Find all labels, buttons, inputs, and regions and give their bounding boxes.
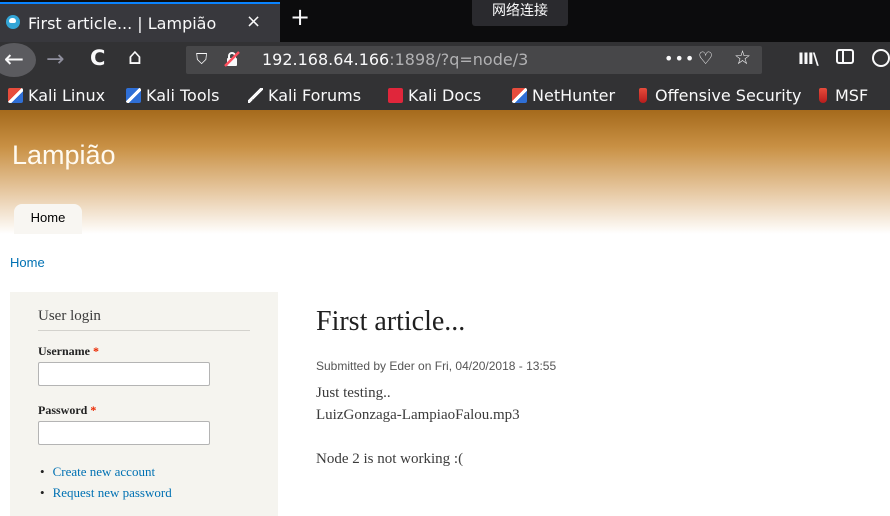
login-links: Create new account Request new password <box>40 464 172 506</box>
sidebar-icon[interactable] <box>836 49 854 64</box>
insecure-lock-icon[interactable] <box>224 51 240 67</box>
navigation-toolbar: ← → C ⌂ ⛉ 192.168.64.166:1898/?q=node/3 … <box>0 42 890 78</box>
article-line: Just testing.. <box>316 385 391 401</box>
url-bar[interactable]: ⛉ 192.168.64.166:1898/?q=node/3 ••• ♡ ☆ <box>186 46 762 74</box>
bookmark-kali-docs[interactable]: Kali Docs <box>388 86 481 106</box>
password-label: Password * <box>38 403 96 418</box>
username-input[interactable] <box>38 362 210 386</box>
bookmark-kali-linux[interactable]: Kali Linux <box>8 86 105 106</box>
home-icon[interactable]: ⌂ <box>128 45 142 70</box>
username-label: Username * <box>38 344 99 359</box>
forward-icon[interactable]: → <box>46 47 64 72</box>
bookmark-label: Kali Docs <box>408 86 482 105</box>
bookmark-kali-tools[interactable]: Kali Tools <box>126 86 219 106</box>
offsec-icon <box>639 88 647 103</box>
user-login-block: User login Username * Password * Create … <box>10 292 278 516</box>
url-path: :1898/?q=node/3 <box>389 50 529 69</box>
url-text[interactable]: 192.168.64.166:1898/?q=node/3 <box>262 50 528 69</box>
article-meta: Submitted by Eder on Fri, 04/20/2018 - 1… <box>316 359 557 373</box>
username-label-text: Username <box>38 344 90 358</box>
article-line: LuizGonzaga-LampiaoFalou.mp3 <box>316 407 520 423</box>
password-input[interactable] <box>38 421 210 445</box>
block-title: User login <box>38 308 250 331</box>
bookmark-label: Kali Forums <box>268 86 362 105</box>
tab-title: First article... | Lampião <box>28 14 217 33</box>
account-icon[interactable] <box>872 49 890 67</box>
msf-icon <box>819 88 827 103</box>
kali-tools-icon <box>126 88 141 103</box>
bookmarks-toolbar: Kali Linux Kali Tools Kali Forums Kali D… <box>0 78 890 110</box>
bookmark-msf[interactable]: MSF <box>816 86 868 106</box>
site-name[interactable]: Lampião <box>12 140 116 171</box>
required-mark: * <box>92 344 99 358</box>
article-line: Node 2 is not working :( <box>316 451 464 467</box>
bookmark-offensive-security[interactable]: Offensive Security <box>636 86 801 106</box>
kali-dragon-icon <box>8 88 23 103</box>
library-icon[interactable]: III\ <box>798 49 819 68</box>
create-account-link[interactable]: Create new account <box>40 464 172 480</box>
bookmark-label: Kali Tools <box>146 86 220 105</box>
bookmark-kali-forums[interactable]: Kali Forums <box>248 86 361 106</box>
breadcrumb[interactable]: Home <box>10 255 45 270</box>
nethunter-icon <box>512 88 527 103</box>
article-title: First article... <box>316 306 466 337</box>
bookmark-nethunter[interactable]: NetHunter <box>512 86 615 106</box>
pocket-icon[interactable]: ♡ <box>698 49 713 69</box>
request-password-link[interactable]: Request new password <box>40 485 172 501</box>
required-mark: * <box>90 403 97 417</box>
back-icon[interactable]: ← <box>0 43 36 77</box>
page-content: Lampião Home Home User login Username * … <box>0 110 890 516</box>
network-popup: 网络连接 <box>472 0 568 26</box>
reload-icon[interactable]: C <box>90 46 105 70</box>
tab-strip: First article... | Lampião × + 网络连接 <box>0 0 890 42</box>
site-header: Lampião Home <box>0 110 890 234</box>
bookmark-label: MSF <box>835 86 869 105</box>
bookmark-label: Offensive Security <box>655 86 802 105</box>
url-host: 192.168.64.166 <box>262 50 390 69</box>
new-tab-button[interactable]: + <box>290 5 310 29</box>
bookmark-label: NetHunter <box>532 86 616 105</box>
close-tab-icon[interactable]: × <box>246 11 261 32</box>
drupal-favicon-icon <box>6 15 20 29</box>
kali-forums-icon <box>248 88 263 103</box>
nav-tab-home[interactable]: Home <box>14 204 82 234</box>
browser-tab[interactable]: First article... | Lampião × <box>0 2 280 42</box>
bookmark-label: Kali Linux <box>28 86 106 105</box>
bookmark-star-icon[interactable]: ☆ <box>734 47 751 69</box>
tracking-shield-icon[interactable]: ⛉ <box>196 50 207 68</box>
page-actions-icon[interactable]: ••• <box>664 49 695 68</box>
password-label-text: Password <box>38 403 88 417</box>
kali-docs-icon <box>388 88 403 103</box>
